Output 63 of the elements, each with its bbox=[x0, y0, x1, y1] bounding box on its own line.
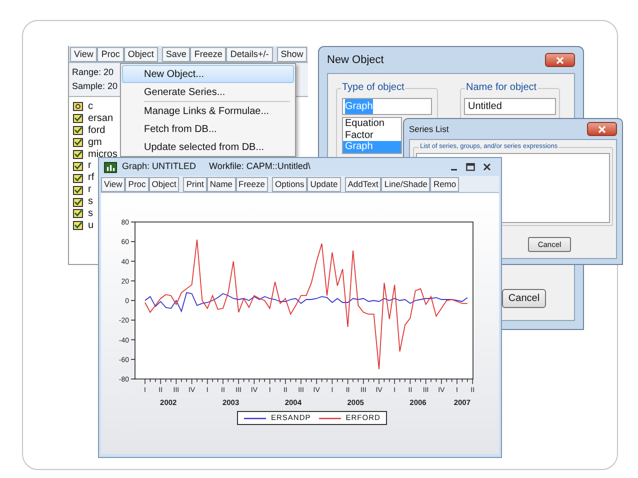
check-icon bbox=[73, 209, 83, 218]
check-icon bbox=[73, 186, 83, 195]
list-item[interactable]: Equation bbox=[343, 118, 401, 130]
toolbar-button[interactable]: Line/Shade bbox=[381, 176, 430, 192]
object-name[interactable]: u bbox=[88, 220, 94, 231]
maximize-icon[interactable] bbox=[466, 163, 475, 171]
close-icon bbox=[556, 56, 564, 64]
toolbar-button[interactable]: View bbox=[101, 176, 126, 192]
toolbar-button[interactable]: Freeze bbox=[190, 46, 226, 62]
object-name[interactable]: micros bbox=[88, 150, 118, 160]
range-label: Range: 20 bbox=[72, 66, 114, 79]
close-button[interactable] bbox=[587, 122, 617, 136]
dialog-title: Series List bbox=[409, 122, 449, 136]
toolbar-button[interactable]: Show bbox=[276, 46, 308, 62]
toolbar-button[interactable]: View bbox=[70, 46, 98, 62]
cancel-button[interactable]: Cancel bbox=[502, 289, 546, 308]
object-name[interactable]: gm bbox=[88, 138, 102, 148]
check-icon bbox=[73, 114, 83, 124]
bar-chart-icon bbox=[104, 162, 117, 172]
check-icon bbox=[73, 221, 83, 230]
check-icon bbox=[73, 162, 83, 171]
menu-item[interactable]: New Object... bbox=[122, 65, 294, 83]
list-item[interactable]: Factor bbox=[343, 130, 401, 141]
toolbar-button[interactable]: Update bbox=[307, 176, 341, 192]
object-name[interactable]: c bbox=[88, 102, 93, 112]
close-icon[interactable] bbox=[483, 163, 491, 171]
window-title: Graph: UNTITLED bbox=[122, 160, 196, 174]
check-icon bbox=[73, 126, 83, 136]
toolbar-button[interactable]: AddText bbox=[344, 176, 382, 192]
toolbar-button[interactable]: Remo bbox=[430, 176, 460, 192]
toolbar-button[interactable]: Save bbox=[162, 46, 190, 62]
toolbar-button[interactable]: Proc bbox=[97, 46, 124, 62]
toolbar-button[interactable]: Object bbox=[124, 46, 158, 62]
object-name[interactable]: s bbox=[88, 208, 93, 219]
toolbar-button[interactable]: Options bbox=[272, 176, 308, 192]
toolbar-button[interactable]: Details+/- bbox=[226, 46, 273, 62]
menu-item[interactable]: Fetch from DB... bbox=[122, 120, 294, 138]
group-label: Type of object bbox=[341, 82, 406, 94]
menu-item[interactable]: Manage Links & Formulae... bbox=[122, 102, 294, 120]
dialog-title: New Object bbox=[327, 52, 384, 68]
check-icon bbox=[73, 198, 83, 207]
menu-item[interactable]: Update selected from DB... bbox=[122, 138, 294, 156]
object-name[interactable]: ford bbox=[88, 126, 106, 136]
check-icon bbox=[73, 150, 83, 159]
check-icon bbox=[73, 138, 83, 148]
object-name[interactable]: r bbox=[88, 161, 92, 172]
workfile-path: Workfile: CAPM::Untitled\ bbox=[209, 160, 310, 174]
toolbar-button[interactable]: Name bbox=[206, 176, 236, 192]
toolbar-button[interactable]: Proc bbox=[125, 176, 149, 192]
toolbar-button[interactable]: Freeze bbox=[236, 176, 268, 192]
object-name[interactable]: rf bbox=[88, 173, 94, 184]
check-icon bbox=[73, 174, 83, 183]
object-name[interactable]: s bbox=[88, 197, 93, 208]
sample-label: Sample: 20 bbox=[72, 80, 118, 93]
menu-item[interactable]: Generate Series... bbox=[122, 83, 294, 101]
close-button[interactable] bbox=[545, 53, 575, 67]
group-label: Name for object bbox=[465, 82, 538, 94]
object-name[interactable]: ersan bbox=[88, 114, 114, 124]
toolbar-button[interactable]: Print bbox=[183, 176, 207, 192]
close-icon bbox=[598, 126, 606, 132]
name-field[interactable]: Untitled bbox=[464, 98, 556, 115]
toolbar-button[interactable]: Object bbox=[148, 176, 180, 192]
object-name[interactable]: r bbox=[88, 185, 92, 196]
